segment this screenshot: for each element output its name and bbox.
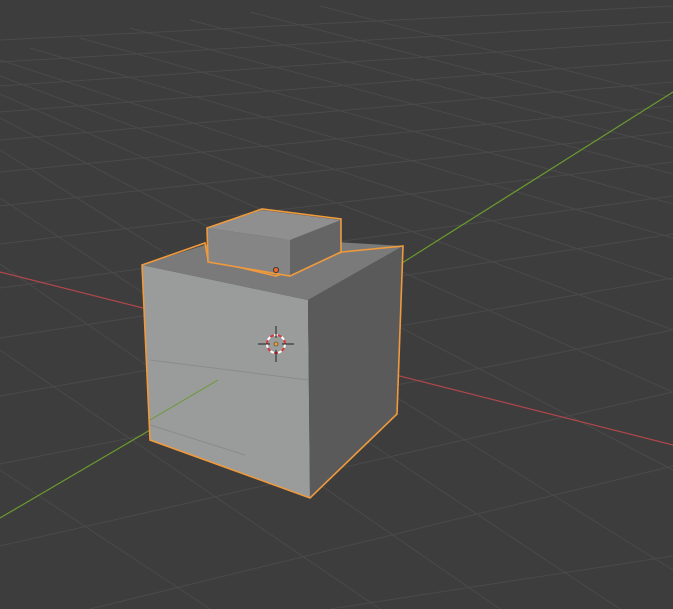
cube-front-face xyxy=(142,265,310,498)
x-axis-line-right xyxy=(359,365,673,446)
viewport-canvas[interactable] xyxy=(0,0,673,609)
origin-dot xyxy=(272,266,279,273)
y-axis-line-right xyxy=(401,91,673,264)
y-axis-line xyxy=(0,429,151,519)
x-axis-line xyxy=(0,271,144,309)
3d-viewport[interactable] xyxy=(0,0,673,609)
cube-object[interactable] xyxy=(141,236,404,499)
